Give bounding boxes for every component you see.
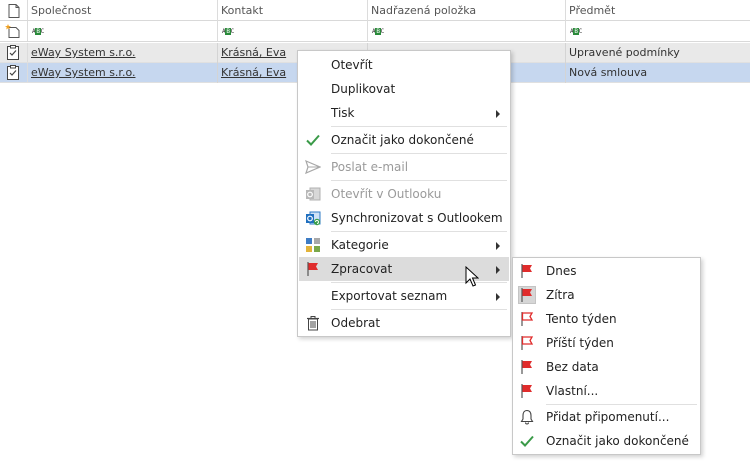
- filter-company[interactable]: ABC: [28, 21, 218, 42]
- menu-item-label: Bez data: [546, 360, 599, 374]
- cell-company[interactable]: eWay System s.r.o.: [28, 43, 218, 63]
- flag-icon: [307, 262, 318, 276]
- flag-icon: [521, 360, 532, 374]
- text-filter-icon: ABC: [222, 28, 234, 35]
- context-menu: Otevřít Duplikovat Tisk Označit jako dok…: [297, 50, 511, 337]
- outlook-sync-icon: [306, 211, 321, 226]
- menu-item-label: Dnes: [546, 264, 577, 278]
- outlook-icon: [306, 187, 321, 201]
- submenu-arrow-icon: [496, 242, 500, 250]
- flag-icon: [521, 384, 532, 398]
- menu-item-label: Synchronizovat s Outlookem: [331, 211, 503, 225]
- menu-separator: [331, 153, 507, 154]
- filter-contact[interactable]: ABC: [218, 21, 368, 42]
- menu-item-label: Tisk: [331, 106, 355, 120]
- checkmark-icon: [520, 435, 534, 447]
- row-type-cell: [0, 63, 28, 82]
- submenu-arrow-icon: [496, 110, 500, 118]
- menu-item-label: Odebrat: [331, 316, 381, 330]
- submenu-item-no-date[interactable]: Bez data: [513, 355, 700, 379]
- contact-link[interactable]: Krásná, Eva: [221, 66, 286, 79]
- column-header-contact[interactable]: Kontakt: [218, 0, 368, 21]
- company-link[interactable]: eWay System s.r.o.: [31, 66, 135, 79]
- menu-separator: [331, 126, 507, 127]
- text-filter-icon: ABC: [372, 28, 384, 35]
- trash-icon: [307, 316, 319, 331]
- text-filter-icon: ABC: [32, 28, 44, 35]
- flag-icon: [521, 264, 532, 278]
- menu-item-label: Zítra: [546, 288, 575, 302]
- menu-separator: [331, 309, 507, 310]
- row-type-cell: [0, 43, 28, 62]
- menu-item-open[interactable]: Otevřít: [298, 53, 510, 77]
- column-header-subject[interactable]: Předmět: [566, 0, 750, 21]
- grid-filter-row: ABC ABC ABC ABC: [0, 21, 750, 42]
- menu-item-label: Exportovat seznam: [331, 289, 448, 303]
- column-header-parent[interactable]: Nadřazená položka: [368, 0, 566, 21]
- column-header-company[interactable]: Společnost: [28, 0, 218, 21]
- menu-item-categories[interactable]: Kategorie: [298, 233, 510, 257]
- bell-icon: [520, 409, 534, 425]
- filter-subject[interactable]: ABC: [566, 21, 750, 42]
- menu-item-send-email[interactable]: Poslat e-mail: [298, 155, 510, 179]
- menu-item-label: Příští týden: [546, 336, 614, 350]
- menu-item-remove[interactable]: Odebrat: [298, 311, 510, 335]
- menu-item-label: Tento týden: [546, 312, 617, 326]
- menu-separator: [331, 231, 507, 232]
- menu-separator: [331, 180, 507, 181]
- task-clipboard-icon: [7, 65, 19, 80]
- cell-subject: Nová smlouva: [569, 66, 648, 79]
- menu-item-label: Kategorie: [331, 238, 389, 252]
- submenu-item-next-week[interactable]: Příští týden: [513, 331, 700, 355]
- cell-company[interactable]: eWay System s.r.o.: [28, 63, 218, 83]
- menu-item-label: Zpracovat: [331, 262, 393, 276]
- menu-item-duplicate[interactable]: Duplikovat: [298, 77, 510, 101]
- column-type-header[interactable]: [0, 0, 28, 20]
- menu-item-label: Označit jako dokončené: [546, 434, 689, 448]
- submenu-item-today[interactable]: Dnes: [513, 259, 700, 283]
- checkmark-icon: [306, 134, 320, 146]
- menu-item-label: Označit jako dokončené: [331, 133, 474, 147]
- filter-parent[interactable]: ABC: [368, 21, 566, 42]
- contact-link[interactable]: Krásná, Eva: [221, 46, 286, 59]
- submenu-item-tomorrow[interactable]: Zítra: [513, 283, 700, 307]
- submenu-item-custom[interactable]: Vlastní...: [513, 379, 700, 403]
- new-item-icon: [5, 24, 20, 38]
- submenu-arrow-icon: [496, 293, 500, 301]
- new-item-cell[interactable]: [0, 21, 28, 41]
- menu-item-label: Poslat e-mail: [331, 160, 409, 174]
- task-clipboard-icon: [7, 45, 19, 60]
- text-filter-icon: ABC: [570, 28, 582, 35]
- menu-item-label: Duplikovat: [331, 82, 396, 96]
- menu-item-label: Otevřít: [331, 58, 373, 72]
- submenu-item-add-reminder[interactable]: Přidat připomenutí...: [513, 405, 700, 429]
- flag-outline-icon: [521, 336, 534, 350]
- submenu-item-this-week[interactable]: Tento týden: [513, 307, 700, 331]
- send-icon: [305, 159, 321, 175]
- document-icon: [8, 4, 20, 18]
- menu-item-label: Vlastní...: [546, 384, 599, 398]
- mouse-cursor-icon: [465, 266, 479, 287]
- menu-item-open-in-outlook[interactable]: Otevřít v Outlooku: [298, 182, 510, 206]
- menu-item-sync-outlook[interactable]: Synchronizovat s Outlookem: [298, 206, 510, 230]
- flag-icon: [518, 286, 536, 304]
- grid-header-row: Společnost Kontakt Nadřazená položka Pře…: [0, 0, 750, 21]
- menu-item-label: Otevřít v Outlooku: [331, 187, 442, 201]
- company-link[interactable]: eWay System s.r.o.: [31, 46, 135, 59]
- menu-item-print[interactable]: Tisk: [298, 101, 510, 125]
- menu-item-mark-complete[interactable]: Označit jako dokončené: [298, 128, 510, 152]
- process-submenu: Dnes Zítra Tento týden Příští týden Bez …: [512, 257, 701, 455]
- submenu-item-mark-complete[interactable]: Označit jako dokončené: [513, 429, 700, 453]
- cell-subject: Upravené podmínky: [569, 46, 680, 59]
- flag-outline-icon: [521, 312, 534, 326]
- categories-icon: [306, 238, 320, 252]
- menu-item-label: Přidat připomenutí...: [546, 410, 670, 424]
- submenu-arrow-icon: [496, 266, 500, 274]
- menu-separator: [331, 282, 507, 283]
